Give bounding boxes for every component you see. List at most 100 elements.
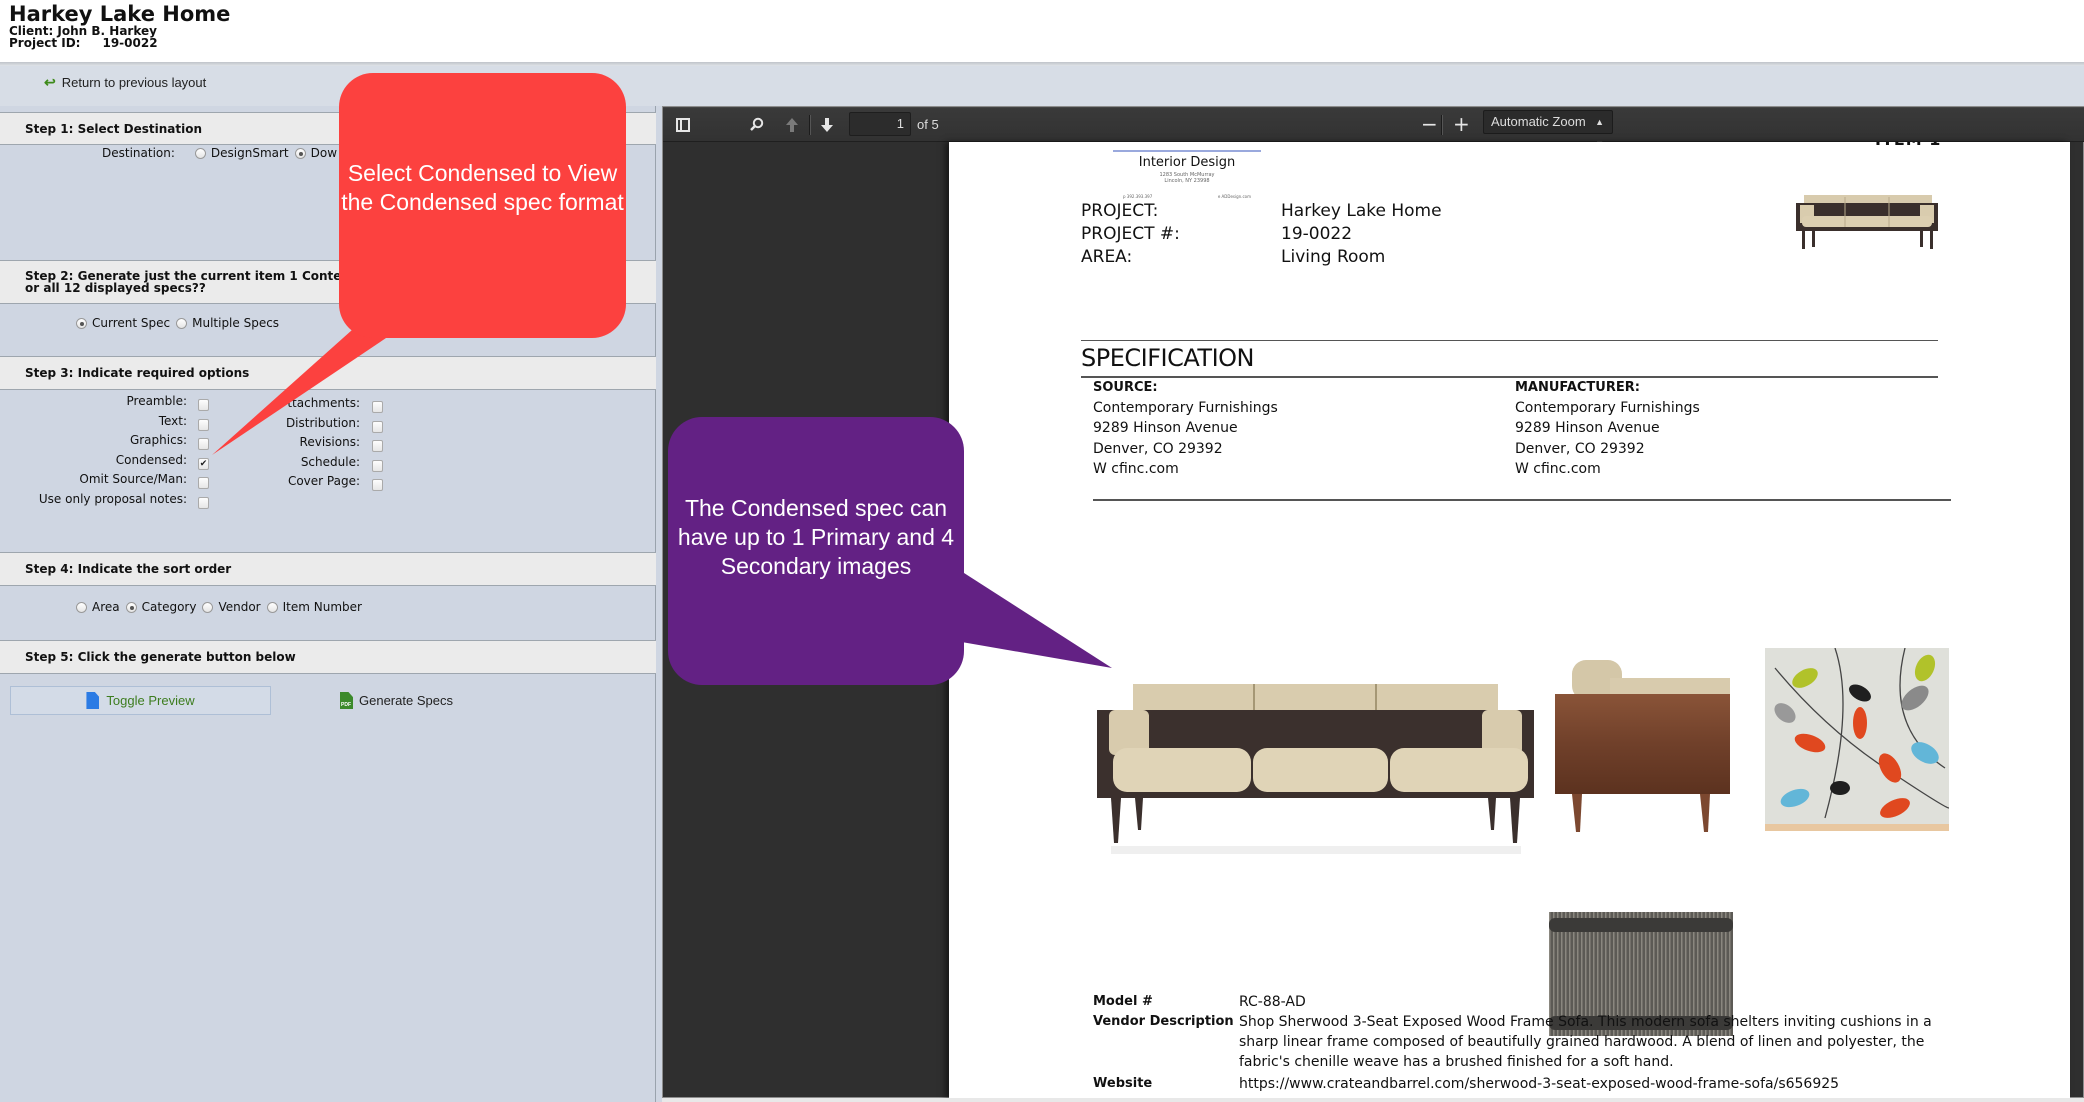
option-checkbox[interactable] — [372, 459, 383, 472]
sort-vendor-label: Vendor — [218, 600, 261, 614]
search-icon — [750, 117, 764, 131]
project-number-label: PROJECT #: — [1081, 224, 1180, 244]
source-line: 9289 Hinson Avenue — [1093, 420, 1238, 436]
spec-bottom-rule — [1093, 499, 1951, 501]
option-checkbox[interactable] — [372, 401, 383, 413]
arrow-up-icon — [786, 117, 798, 132]
zoom-out-button[interactable]: − — [1421, 107, 1438, 142]
sort-category-label: Category — [141, 600, 197, 614]
option-label: Schedule: — [300, 454, 360, 469]
option-label: ttachments: — [287, 396, 360, 410]
return-arrow-icon: ↩ — [44, 74, 56, 90]
option-checkbox[interactable] — [198, 496, 209, 509]
generate-specs-label: Generate Specs — [359, 693, 453, 708]
option-label: Condensed: — [115, 452, 187, 467]
manufacturer-header: MANUFACTURER: — [1515, 380, 1640, 395]
sort-item-number-label: Item Number — [282, 600, 362, 614]
option-label: Distribution: — [285, 415, 360, 430]
spec-scope-row: Current Spec Multiple Specs — [70, 316, 279, 330]
sort-vendor-radio[interactable] — [202, 601, 214, 613]
option-label: Text: — [158, 413, 187, 428]
website-value[interactable]: https://www.crateandbarrel.com/sherwood-… — [1239, 1074, 1959, 1094]
option-label: Revisions: — [299, 435, 360, 449]
model-value: RC-88-AD — [1239, 994, 1306, 1010]
pdf-page: Interior Design 1283 South McMurray Linco… — [949, 142, 2070, 1099]
source-line: Contemporary Furnishings — [1093, 400, 1278, 416]
option-checkbox[interactable] — [372, 440, 383, 452]
sidebar-toggle-button[interactable] — [676, 107, 690, 142]
option-checkbox[interactable] — [372, 420, 383, 433]
option-checkbox[interactable] — [372, 479, 383, 491]
sofa-thumbnail-image — [1796, 195, 1938, 249]
document-icon — [86, 692, 100, 709]
step4-header: Step 4: Indicate the sort order — [0, 552, 656, 586]
sort-item-number-radio[interactable] — [266, 601, 278, 613]
source-line: W cfinc.com — [1093, 461, 1179, 477]
top-bar: ↩ Return to previous layout — [0, 66, 2084, 106]
sofa-front-image — [1097, 684, 1534, 854]
logo-email: e ADDesign.com — [1217, 194, 1251, 199]
toggle-preview-label: Toggle Preview — [106, 693, 195, 708]
current-spec-radio[interactable] — [76, 317, 87, 329]
sofa-side-image — [1555, 660, 1730, 832]
multiple-specs-label: Multiple Specs — [192, 316, 280, 330]
sort-category-radio[interactable] — [125, 601, 137, 613]
spec-generator-app: Harkey Lake Home Client: John B. Harkey … — [0, 0, 2084, 1102]
destination-label: Destination: — [102, 146, 175, 160]
previous-page-button[interactable] — [785, 107, 799, 142]
area-label: AREA: — [1081, 247, 1133, 267]
toolbar-separator — [1441, 115, 1442, 135]
company-logo: Interior Design 1283 South McMurray Linco… — [1113, 150, 1261, 204]
multiple-specs-radio[interactable] — [176, 317, 188, 329]
area-value: Living Room — [1281, 247, 1386, 267]
pdf-toolbar: 1 of 5 − + Automatic Zoom ▲▼ — [663, 107, 2084, 149]
sort-area-label: Area — [92, 600, 120, 614]
page-number-input[interactable]: 1 — [849, 112, 911, 136]
return-link-label: Return to previous layout — [61, 75, 207, 90]
logo-contact: p 392.393.397 e ADDesign.com — [1113, 194, 1261, 199]
step2-title-line2: or all 12 displayed specs?? — [25, 281, 206, 295]
spec-header-rule — [1081, 376, 1938, 378]
generate-specs-button[interactable]: Generate Specs — [340, 686, 453, 715]
return-to-previous-layout-link[interactable]: ↩ Return to previous layout — [44, 74, 206, 91]
manufacturer-line: Contemporary Furnishings — [1515, 400, 1700, 416]
model-label: Model # — [1093, 994, 1153, 1009]
website-label: Website — [1093, 1076, 1153, 1091]
project-id-value: 19-0022 — [102, 36, 158, 50]
page-count: of 5 — [917, 117, 939, 132]
logo-name: Interior Design — [1138, 155, 1236, 170]
spec-top-rule — [1081, 340, 1938, 341]
project-id: Project ID: 19-0022 — [9, 37, 158, 49]
project-label: PROJECT: — [1081, 201, 1159, 221]
step3-header: Step 3: Indicate required options — [0, 356, 656, 390]
manufacturer-line: 9289 Hinson Avenue — [1515, 420, 1660, 436]
find-button[interactable] — [749, 107, 764, 142]
vendor-description-label: Vendor Description — [1093, 1014, 1234, 1029]
logo-address: 1283 South McMurray Lincoln, NY 23998 — [1113, 172, 1261, 184]
purple-callout: The Condensed spec can have up to 1 Prim… — [668, 417, 964, 685]
zoom-select[interactable]: Automatic Zoom ▲▼ — [1483, 110, 1613, 149]
toggle-preview-button[interactable]: Toggle Preview — [10, 686, 271, 715]
project-value: Harkey Lake Home — [1281, 201, 1442, 221]
logo-address-line2: Lincoln, NY 23998 — [1164, 178, 1210, 184]
next-page-button[interactable] — [820, 107, 834, 142]
current-spec-label: Current Spec — [92, 316, 171, 330]
destination-download-radio[interactable] — [294, 147, 306, 159]
zoom-level-value: Automatic Zoom — [1491, 114, 1586, 129]
item-title: ITEM 1 — [1875, 142, 1941, 149]
toolbar-separator — [809, 115, 810, 135]
arrow-down-icon — [821, 117, 833, 132]
sidebar-toggle-icon — [676, 117, 690, 132]
project-id-label: Project ID: — [9, 36, 81, 50]
sort-area-radio[interactable] — [76, 601, 87, 613]
destination-designsmart-label: DesignSmart — [210, 146, 289, 160]
horizontal-scrollbar[interactable] — [662, 1098, 2084, 1102]
destination-download-label: Dow — [310, 146, 338, 160]
logo-phone: p 392.393.397 — [1123, 194, 1153, 199]
destination-designsmart-radio[interactable] — [194, 147, 206, 159]
option-label: Preamble: — [126, 394, 188, 408]
option-label: Use only proposal notes: — [38, 491, 187, 506]
zoom-in-button[interactable]: + — [1453, 107, 1470, 142]
page-header: Harkey Lake Home Client: John B. Harkey … — [0, 0, 2084, 62]
vendor-description-value: Shop Sherwood 3-Seat Exposed Wood Frame … — [1239, 1014, 1932, 1070]
